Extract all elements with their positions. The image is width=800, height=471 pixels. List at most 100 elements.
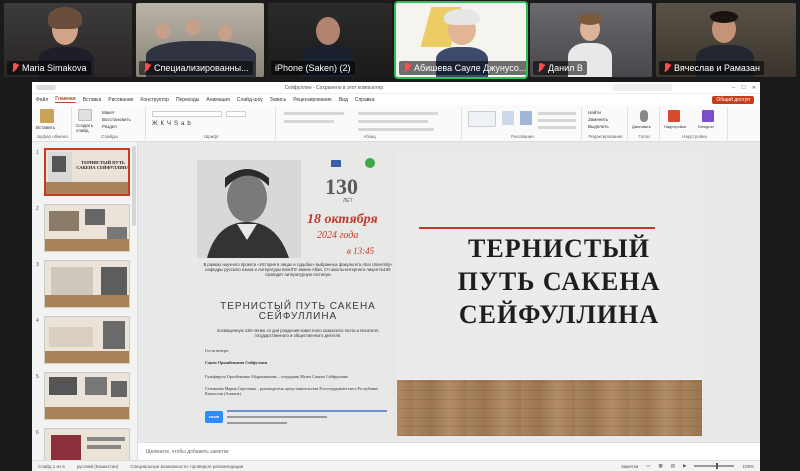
tab-animations[interactable]: Анимация	[206, 97, 229, 103]
align-buttons[interactable]	[284, 120, 334, 123]
sorter-view-icon[interactable]: ▦	[658, 463, 662, 469]
participant-tile[interactable]: Данил В	[530, 3, 652, 77]
zoom-meeting-window: Maria Simakova Специализированны... iPho…	[0, 0, 800, 471]
shapes-gallery[interactable]	[468, 111, 496, 127]
font-family-select[interactable]	[152, 111, 222, 117]
notes-pane[interactable]: Щелкните, чтобы добавить заметки	[138, 442, 760, 460]
tab-record[interactable]: Запись	[270, 97, 286, 103]
participant-tile[interactable]: iPhone (Saken) (2)	[268, 3, 392, 77]
paste-button[interactable]: Вставить	[36, 125, 55, 130]
microphone-icon[interactable]	[640, 110, 648, 122]
paste-icon[interactable]	[40, 109, 54, 123]
tab-view[interactable]: Вид	[339, 97, 348, 103]
font-format-icons[interactable]: ЖКЧSab	[152, 121, 194, 127]
group-label: Надстройки	[682, 134, 707, 139]
designer-button[interactable]: Designer	[698, 124, 714, 129]
current-slide[interactable]: ТЕРНИСТЫЙ ПУТЬ САКЕНА СЕЙФУЛЛИНА 130 ЛЕТ…	[197, 152, 702, 436]
text-direction-button[interactable]	[358, 112, 438, 115]
quick-styles-icon[interactable]	[520, 111, 532, 125]
tab-transitions[interactable]: Переходы	[176, 97, 199, 103]
new-slide-icon[interactable]	[78, 109, 92, 121]
shape-effects-button[interactable]	[538, 126, 576, 129]
participant-tile-active-speaker[interactable]: Абишева Сауле Джунусо...	[394, 1, 528, 79]
zoom-id-line	[227, 416, 327, 418]
normal-view-icon[interactable]: ▭	[646, 463, 650, 469]
accessibility-indicator[interactable]: Специальные возможности: проверьте реком…	[130, 464, 243, 469]
ribbon-group-addins: Надстройки Designer Надстройки	[662, 107, 728, 140]
addins-icon[interactable]	[668, 110, 680, 122]
shape-outline-button[interactable]	[538, 119, 576, 122]
slide-thumbnail[interactable]: ТЕРНИСТЫЙ ПУТЬ САКЕНА СЕЙФУЛЛИНА	[44, 148, 130, 196]
tab-home[interactable]: Главная	[55, 96, 76, 103]
slideshow-icon[interactable]: ▶	[683, 463, 686, 469]
event-date: 18 октября	[307, 212, 378, 227]
thumbnails-scrollbar[interactable]	[132, 146, 136, 226]
maximize-icon[interactable]: ☐	[741, 85, 745, 91]
zoom-link-line	[227, 410, 387, 412]
thumbnail-row[interactable]: 4	[32, 316, 137, 366]
guest-name: Степанова Мария Сергеевна – руководитель…	[205, 386, 379, 396]
thumbnail-row[interactable]: 6	[32, 428, 137, 460]
tab-design[interactable]: Конструктор	[140, 97, 169, 103]
new-slide-button[interactable]: Создать слайд	[76, 123, 98, 133]
participant-label: Специализированны...	[139, 61, 253, 75]
thumbnail-row[interactable]: 3	[32, 260, 137, 310]
dictate-button[interactable]: Диктовать	[632, 124, 651, 129]
smartart-button[interactable]	[358, 128, 434, 131]
close-icon[interactable]: ✕	[752, 85, 756, 91]
mic-muted-icon	[403, 63, 411, 73]
zoom-level[interactable]: 109%	[742, 464, 754, 469]
align-text-button[interactable]	[358, 120, 428, 123]
slide-thumbnail[interactable]	[44, 428, 130, 460]
participant-tile[interactable]: Специализированны...	[136, 3, 264, 77]
list-buttons[interactable]	[284, 112, 344, 115]
notes-toggle-button[interactable]: Заметки	[621, 464, 638, 469]
group-label: Абзац	[363, 134, 376, 139]
slide-title[interactable]: ТЕРНИСТЫЙ ПУТЬ САКЕНА СЕЙФУЛЛИНА	[433, 232, 685, 331]
portrait-photo	[197, 160, 301, 258]
arrange-icon[interactable]	[502, 111, 514, 125]
tab-file[interactable]: Файл	[36, 97, 48, 103]
event-year: 2024 года	[317, 230, 359, 241]
tab-review[interactable]: Рецензирование	[293, 97, 332, 103]
anniversary-label: ЛЕТ	[343, 198, 353, 204]
thumbnail-row[interactable]: 2	[32, 204, 137, 254]
share-button[interactable]: Общий доступ	[712, 95, 754, 104]
designer-icon[interactable]	[702, 110, 714, 122]
tab-slideshow[interactable]: Слайд-шоу	[237, 97, 263, 103]
tab-help[interactable]: Справка	[355, 97, 375, 103]
slide-thumbnail[interactable]	[44, 204, 130, 252]
ribbon: Вставить Буфер обмена Создать слайд Маке…	[32, 105, 760, 142]
guest-name: Гульфируза Оралбековна Абдрахманова – со…	[205, 374, 348, 379]
slide-thumbnail[interactable]	[44, 372, 130, 420]
ribbon-group-drawing: Рисование	[464, 107, 582, 140]
language-indicator[interactable]: русский (Казахстан)	[77, 464, 118, 469]
powerpoint-window: Сейфуллин - Сохранено в этот компьютер ─…	[32, 82, 760, 471]
zoom-slider[interactable]	[694, 463, 735, 469]
autosave-toggle[interactable]	[36, 85, 56, 90]
ribbon-group-font: ЖКЧSab Шрифт	[148, 107, 276, 140]
participant-tile[interactable]: Maria Simakova	[4, 3, 132, 77]
layout-button[interactable]: Макет	[102, 110, 115, 115]
group-label: Голос	[638, 134, 651, 139]
reset-button[interactable]: Восстановить	[102, 117, 131, 122]
search-box[interactable]	[611, 84, 672, 91]
find-button[interactable]: Найти	[588, 110, 601, 115]
tab-insert[interactable]: Вставка	[83, 97, 102, 103]
minimize-icon[interactable]: ─	[732, 85, 736, 91]
slide-thumbnail[interactable]	[44, 260, 130, 308]
replace-button[interactable]: Заменить	[588, 117, 608, 122]
font-size-select[interactable]	[226, 111, 246, 117]
thumbnail-row[interactable]: 1 ТЕРНИСТЫЙ ПУТЬ САКЕНА СЕЙФУЛЛИНА	[32, 148, 137, 198]
tab-draw[interactable]: Рисование	[108, 97, 133, 103]
section-button[interactable]: Раздел	[102, 124, 117, 129]
reading-view-icon[interactable]: ▤	[671, 463, 675, 469]
select-button[interactable]: Выделить	[588, 124, 609, 129]
event-poster-image[interactable]: 130 ЛЕТ 18 октября 2024 года в 13:45 В р…	[197, 152, 397, 436]
shape-fill-button[interactable]	[538, 112, 576, 115]
ppt-titlebar: Сейфуллин - Сохранено в этот компьютер ─…	[32, 82, 760, 94]
thumbnail-row[interactable]: 5	[32, 372, 137, 422]
slide-thumbnail[interactable]	[44, 316, 130, 364]
addins-button[interactable]: Надстройки	[664, 124, 686, 129]
participant-tile[interactable]: Вячеслав и Рамазан	[656, 3, 796, 77]
